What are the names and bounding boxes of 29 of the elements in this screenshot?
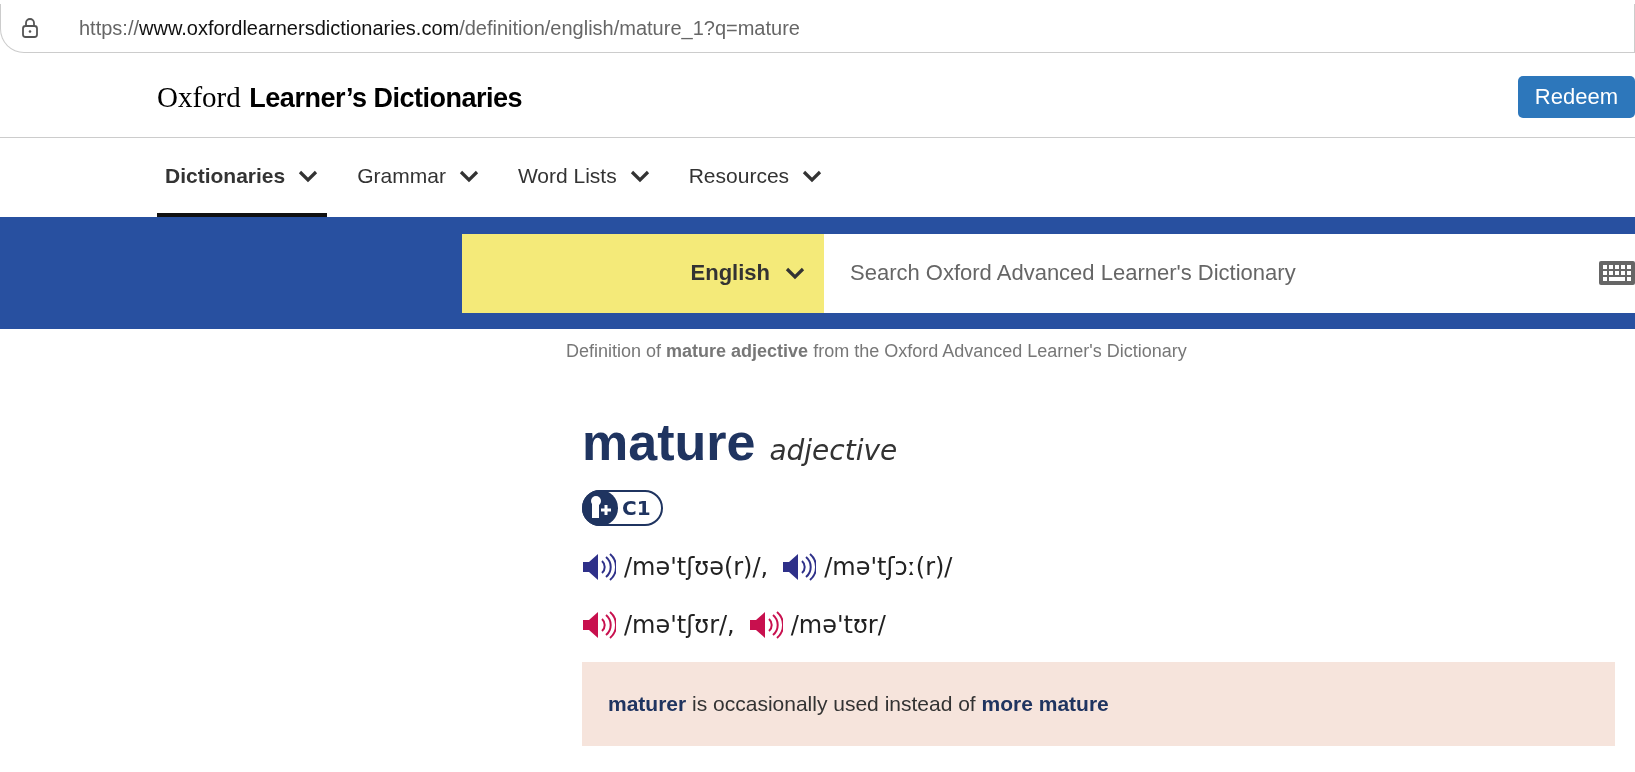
chevron-icon	[784, 266, 806, 280]
speaker-icon[interactable]	[582, 610, 616, 640]
address-bar[interactable]: https://www.oxfordlearnersdictionaries.com/definition/english/mature_1?q=mature	[0, 4, 1635, 53]
definition-source-text: Definition of mature adjective from the Oxford Advanced Learner's Dictionary	[566, 341, 1188, 362]
nav-tab[interactable]: Word Lists	[509, 138, 659, 217]
speaker-icon[interactable]	[582, 552, 616, 582]
keyboard-icon[interactable]	[1599, 261, 1635, 285]
phonetic-text: /mə'tʃɔː(r)/	[824, 553, 953, 581]
part-of-speech: adjective	[769, 434, 898, 467]
phonetic-text: /mə'tʃʊr/,	[624, 611, 735, 639]
chevron-icon	[801, 168, 824, 183]
chevron-icon	[297, 168, 320, 183]
level-badge[interactable]: C1	[582, 490, 663, 526]
site-logo[interactable]: Oxford Learner’s Dictionaries	[157, 80, 522, 114]
speaker-icon[interactable]	[748, 610, 783, 640]
language-dropdown[interactable]: English	[462, 233, 824, 313]
nav-tab[interactable]: Grammar	[349, 138, 488, 217]
usage-note: maturer is occasionally used instead of more mature	[582, 662, 1615, 746]
chevron-icon	[457, 168, 480, 183]
redeem-button[interactable]: Redeem	[1517, 76, 1635, 118]
nav-tab[interactable]: Resources	[680, 138, 832, 217]
headword: mature	[582, 412, 756, 472]
url-text: https://www.oxfordlearnersdictionaries.com/definition/english/mature_1?q=mature	[79, 16, 800, 40]
phonetic-text: /mə'tʃʊə(r)/,	[624, 553, 769, 581]
phonetic-text: /mə'tʊr/	[790, 611, 886, 639]
key-plus-icon	[582, 490, 618, 526]
chevron-icon	[628, 168, 651, 183]
speaker-icon[interactable]	[782, 552, 817, 582]
lock-icon	[21, 17, 39, 39]
